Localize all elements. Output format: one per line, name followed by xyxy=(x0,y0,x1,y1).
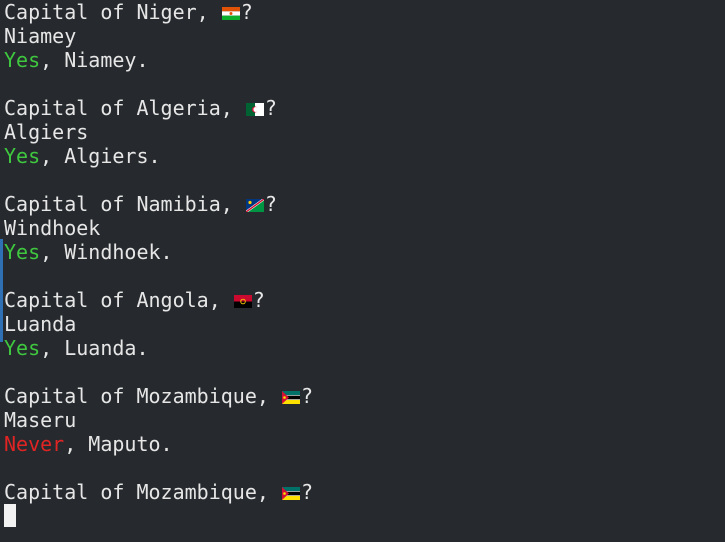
question-text: Capital of Mozambique, xyxy=(4,480,281,504)
angola-flag-icon xyxy=(233,295,252,308)
question-text: Capital of Niger, xyxy=(4,0,221,24)
verdict-line: Yes, Luanda. xyxy=(4,336,725,360)
question-mark: ? xyxy=(264,96,277,120)
current-question-line: Capital of Mozambique, ? xyxy=(4,480,725,504)
mozambique-flag-icon xyxy=(281,487,300,500)
question-text: Capital of Mozambique, xyxy=(4,384,281,408)
question-mark: ? xyxy=(300,480,313,504)
input-line[interactable] xyxy=(4,504,725,528)
question-line: Capital of Namibia, ? xyxy=(4,192,725,216)
verdict-text: , Algiers. xyxy=(40,144,161,168)
verdict-word: Yes xyxy=(4,144,41,168)
question-mark: ? xyxy=(300,384,313,408)
mozambique-flag-icon xyxy=(281,391,300,404)
verdict-line: Yes, Algiers. xyxy=(4,144,725,168)
question-mark: ? xyxy=(264,192,277,216)
question-mark: ? xyxy=(252,288,265,312)
verdict-word: Yes xyxy=(4,336,41,360)
text-cursor xyxy=(4,504,16,527)
question-mark: ? xyxy=(240,0,253,24)
verdict-text: , Windhoek. xyxy=(40,240,173,264)
algeria-flag-icon xyxy=(245,103,264,116)
verdict-line: Yes, Niamey. xyxy=(4,48,725,72)
question-text: Capital of Namibia, xyxy=(4,192,245,216)
verdict-word: Yes xyxy=(4,48,41,72)
niger-flag-icon xyxy=(221,7,240,20)
question-text: Capital of Algeria, xyxy=(4,96,245,120)
verdict-text: , Niamey. xyxy=(40,48,149,72)
verdict-word: Yes xyxy=(4,240,41,264)
terminal-window[interactable]: Capital of Niger, ? Niamey Yes, Niamey. … xyxy=(0,0,725,542)
verdict-text: , Maputo. xyxy=(64,432,173,456)
answer-line: Windhoek xyxy=(4,216,101,240)
verdict-word: Never xyxy=(4,432,65,456)
verdict-line: Never, Maputo. xyxy=(4,432,725,456)
answer-line: Algiers xyxy=(4,120,89,144)
question-line: Capital of Algeria, ? xyxy=(4,96,725,120)
question-line: Capital of Niger, ? xyxy=(4,0,725,24)
answer-line: Niamey xyxy=(4,24,77,48)
verdict-text: , Luanda. xyxy=(40,336,149,360)
answer-line: Luanda xyxy=(4,312,77,336)
question-text: Capital of Angola, xyxy=(4,288,233,312)
verdict-line: Yes, Windhoek. xyxy=(4,240,725,264)
question-line: Capital of Mozambique, ? xyxy=(4,384,725,408)
namibia-flag-icon xyxy=(245,199,264,212)
scroll-marker xyxy=(0,239,3,342)
answer-line: Maseru xyxy=(4,408,77,432)
question-line: Capital of Angola, ? xyxy=(4,288,725,312)
